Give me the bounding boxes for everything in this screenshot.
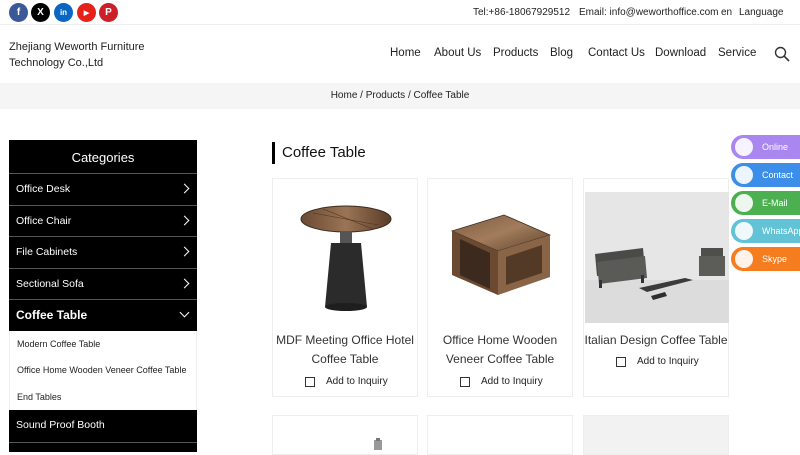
chevron-right-icon[interactable] <box>179 278 190 288</box>
skype-icon <box>735 250 753 268</box>
inquiry-checkbox[interactable] <box>616 356 626 367</box>
product-image[interactable] <box>446 209 556 304</box>
category-label: Coffee Table <box>16 308 88 322</box>
float-label: Contact <box>762 170 794 180</box>
float-contact-button[interactable]: Contact <box>731 163 800 187</box>
float-whatsapp-button[interactable]: WhatsApp <box>731 219 800 243</box>
phone-icon <box>735 166 753 184</box>
inquiry-checkbox[interactable] <box>305 376 315 387</box>
linkedin-icon[interactable]: in <box>54 3 73 22</box>
nav-contact-us[interactable]: Contact Us <box>588 47 645 59</box>
chevron-right-icon[interactable] <box>179 246 190 257</box>
subcategory-modern-coffee-table[interactable]: Modern Coffee Table <box>9 330 197 357</box>
language-selector[interactable]: Language <box>739 7 784 18</box>
language-code[interactable]: en <box>721 7 732 18</box>
company-name[interactable]: Zhejiang Weworth Furniture Technology Co… <box>9 39 145 71</box>
category-office-chair[interactable]: Office Chair <box>9 204 197 236</box>
product-title-line1: Office Home Wooden <box>442 333 558 347</box>
product-title-line2: Coffee Table <box>311 352 379 366</box>
category-label: Office Desk <box>16 183 71 195</box>
product-card[interactable]: Office Home Wooden Veneer Coffee Table A… <box>427 178 573 397</box>
nav-home[interactable]: Home <box>390 47 421 59</box>
add-to-inquiry-label: Add to Inquiry <box>637 356 699 367</box>
company-name-line2: Technology Co.,Ltd <box>9 57 104 69</box>
category-coffee-table[interactable]: Coffee Table <box>9 299 197 331</box>
category-file-cabinets[interactable]: File Cabinets <box>9 236 197 268</box>
category-label: Sectional Sofa <box>16 277 84 290</box>
add-to-inquiry[interactable]: Add to Inquiry <box>305 376 388 387</box>
product-card[interactable]: Italian Design Coffee Table Add to Inqui… <box>583 178 729 397</box>
facebook-icon[interactable]: f <box>9 3 28 22</box>
category-sectional-sofa[interactable]: Sectional Sofa <box>9 267 197 299</box>
float-email-button[interactable]: E-Mail <box>731 191 800 215</box>
pinterest-icon[interactable]: P <box>99 3 118 22</box>
product-title-line1: Italian Design Coffee Table <box>584 333 728 347</box>
category-label: Sound Proof Booth <box>16 419 105 431</box>
page-title: Coffee Table <box>272 142 366 164</box>
mail-icon <box>735 194 753 212</box>
category-sound-proof-booth[interactable]: Sound Proof Booth <box>9 410 197 442</box>
product-card[interactable] <box>272 415 418 455</box>
category-sidebar: Categories Office Desk Office Chair File… <box>9 140 197 452</box>
nav-about-us[interactable]: About Us <box>434 47 481 59</box>
search-icon[interactable] <box>774 46 790 62</box>
x-twitter-icon[interactable]: X <box>31 3 50 22</box>
phone-number[interactable]: Tel:+86-18067929512 <box>473 7 570 18</box>
add-to-inquiry[interactable]: Add to Inquiry <box>460 376 543 387</box>
float-online-button[interactable]: Online <box>731 135 800 159</box>
add-to-inquiry-label: Add to Inquiry <box>481 376 543 387</box>
category-label: Office Chair <box>16 214 72 227</box>
nav-blog[interactable]: Blog <box>550 47 573 59</box>
chat-icon <box>735 138 753 156</box>
float-label: Skype <box>762 254 788 264</box>
breadcrumb[interactable]: Home / Products / Coffee Table <box>0 83 800 109</box>
category-label: File Cabinets <box>16 246 78 258</box>
nav-download[interactable]: Download <box>655 47 706 59</box>
product-title[interactable]: Office Home Wooden Veneer Coffee Table <box>428 331 572 369</box>
product-title[interactable]: MDF Meeting Office Hotel Coffee Table <box>273 331 417 369</box>
company-name-line1: Zhejiang Weworth Furniture <box>9 41 145 53</box>
site-header: Zhejiang Weworth Furniture Technology Co… <box>0 25 800 83</box>
inquiry-checkbox[interactable] <box>460 376 470 387</box>
float-skype-button[interactable]: Skype <box>731 247 800 271</box>
product-card[interactable] <box>583 415 729 455</box>
product-title-line2: Veneer Coffee Table <box>445 352 555 366</box>
product-image[interactable] <box>585 192 729 323</box>
add-to-inquiry-label: Add to Inquiry <box>326 376 388 387</box>
chevron-right-icon[interactable] <box>179 215 190 225</box>
youtube-icon[interactable]: ▶ <box>77 3 96 22</box>
chevron-down-icon[interactable] <box>179 307 190 318</box>
email-address[interactable]: Email: info@weworthoffice.com <box>579 7 718 18</box>
float-label: Online <box>762 142 789 152</box>
nav-service[interactable]: Service <box>718 47 756 59</box>
float-label: WhatsApp <box>762 226 800 236</box>
category-next[interactable] <box>9 441 197 452</box>
product-card[interactable]: MDF Meeting Office Hotel Coffee Table Ad… <box>272 178 418 397</box>
subcategory-wooden-veneer-coffee-table[interactable]: Office Home Wooden Veneer Coffee Table <box>9 357 197 384</box>
category-office-desk[interactable]: Office Desk <box>9 173 197 205</box>
add-to-inquiry[interactable]: Add to Inquiry <box>616 356 699 367</box>
chevron-right-icon[interactable] <box>179 183 190 194</box>
nav-products[interactable]: Products <box>493 47 538 59</box>
product-title-line1: MDF Meeting Office Hotel <box>276 333 414 347</box>
subcategory-end-tables[interactable]: End Tables <box>9 383 197 410</box>
product-card[interactable] <box>427 415 573 455</box>
top-bar: f X in ▶ P Tel:+86-18067929512 Email: in… <box>0 0 800 25</box>
float-label: E-Mail <box>762 198 788 208</box>
whatsapp-icon <box>735 222 753 240</box>
categories-heading: Categories <box>9 140 197 173</box>
product-image[interactable] <box>293 201 399 316</box>
product-title[interactable]: Italian Design Coffee Table <box>584 331 728 350</box>
